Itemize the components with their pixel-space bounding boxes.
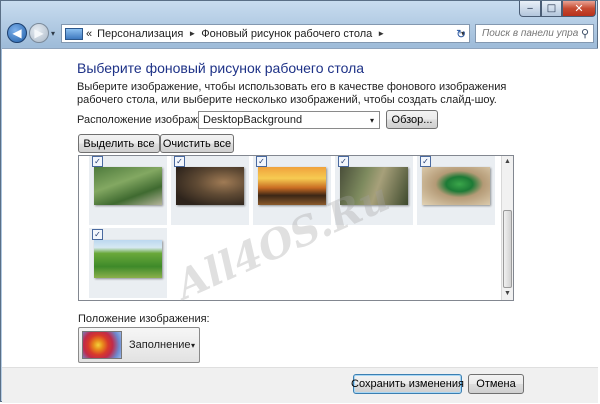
image-thumbnail-forest-cliffs[interactable] [340,167,408,205]
image-tile-heron[interactable]: ✓ [89,156,167,225]
control-panel-window: ‒ □ ✕ ◀ ▶ ▾ « Персонализация ► Фоновый р… [0,0,598,403]
breadcrumb-desktop-background[interactable]: Фоновый рисунок рабочего стола [201,28,372,40]
footer-bar: Сохранить изменения Отмена [2,367,598,403]
image-tile-sunset-rocks[interactable]: ✓ [253,156,331,225]
breadcrumb-separator-icon[interactable]: ► [188,29,196,38]
back-button[interactable]: ◀ [7,23,27,43]
chevron-down-icon: ▾ [369,115,374,125]
browse-button[interactable]: Обзор... [386,110,438,129]
search-input[interactable] [480,27,580,40]
cancel-button[interactable]: Отмена [468,374,524,394]
position-value: Заполнение [129,339,191,351]
forward-button[interactable]: ▶ [29,23,49,43]
refresh-icon[interactable]: ↻ [453,25,469,42]
close-button[interactable]: ✕ [562,1,596,17]
image-tile-field-path[interactable]: ✓ [89,228,167,298]
position-label: Положение изображения: [78,313,210,325]
save-changes-button[interactable]: Сохранить изменения [351,374,464,394]
maximize-button[interactable]: □ [541,1,562,17]
scroll-down-icon[interactable]: ▼ [502,288,513,300]
chevron-down-icon: ▾ [190,340,195,350]
image-thumbnail-sunset-rocks[interactable] [258,167,326,205]
title-bar: ‒ □ ✕ [1,1,597,19]
breadcrumb-separator-icon[interactable]: ► [377,29,385,38]
breadcrumb-prefix[interactable]: « [86,28,92,40]
scroll-up-icon[interactable]: ▲ [502,156,513,168]
image-tile-forest-cliffs[interactable]: ✓ [335,156,413,225]
image-checkbox[interactable]: ✓ [338,156,349,167]
clear-all-button[interactable]: Очистить все [160,134,234,153]
control-panel-icon [65,27,83,40]
recent-pages-dropdown[interactable]: ▾ [51,29,55,38]
image-thumbnail-cave[interactable] [176,167,244,205]
image-tile-green-snake[interactable]: ✓ [417,156,495,225]
image-checkbox[interactable]: ✓ [420,156,431,167]
position-preview-thumbnail [82,331,122,359]
navigation-bar: ◀ ▶ ▾ « Персонализация ► Фоновый рисунок… [1,20,597,48]
minimize-button[interactable]: ‒ [519,1,541,17]
location-value: DesktopBackground [203,114,303,126]
page-title: Выберите фоновый рисунок рабочего стола [77,60,365,76]
image-tile-cave[interactable]: ✓ [171,156,249,225]
image-thumbnail-green-snake[interactable] [422,167,490,205]
select-all-button[interactable]: Выделить все [78,134,160,153]
breadcrumb-personalization[interactable]: Персонализация [97,28,183,40]
image-checkbox[interactable]: ✓ [92,229,103,240]
image-checkbox[interactable]: ✓ [92,156,103,167]
location-select[interactable]: DesktopBackground ▾ [198,111,380,129]
scroll-thumb[interactable] [503,210,512,288]
image-checkbox[interactable]: ✓ [174,156,185,167]
page-description: Выберите изображение, чтобы использовать… [77,81,507,106]
image-checkbox[interactable]: ✓ [256,156,267,167]
address-bar[interactable]: « Персонализация ► Фоновый рисунок рабоч… [61,24,470,43]
position-select[interactable]: Заполнение ▾ [78,327,200,363]
gallery-scrollbar[interactable]: ▲ ▼ [501,156,513,300]
main-content: Выберите фоновый рисунок рабочего стола … [2,48,598,367]
search-box[interactable]: ⚲ [475,24,594,43]
image-thumbnail-heron[interactable] [94,167,162,205]
image-thumbnail-field-path[interactable] [94,240,162,278]
search-icon[interactable]: ⚲ [581,27,589,40]
image-gallery[interactable]: ✓ ✓ ✓ ✓ ✓ ✓ ▲ ▼ [78,155,514,301]
